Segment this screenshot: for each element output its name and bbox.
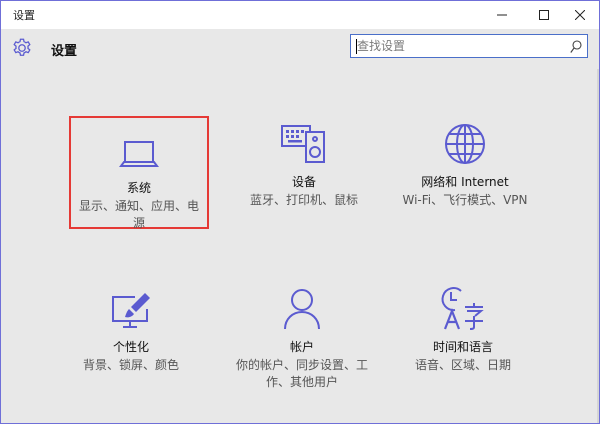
tile-name: 个性化 bbox=[112, 340, 149, 354]
tile-description: 背景、锁屏、颜色 bbox=[82, 358, 179, 372]
tile-name: 设备 bbox=[291, 175, 316, 189]
page-title: 设置 bbox=[51, 44, 78, 59]
tile-network[interactable]: 网络和 Internet Wi-Fi、飞行模式、VPN bbox=[395, 118, 535, 209]
tile-description: 语音、区域、日期 bbox=[414, 358, 511, 372]
tile-devices[interactable]: 设备 蓝牙、打印机、鼠标 bbox=[234, 118, 374, 209]
tile-system[interactable]: 系统 显示、通知、应用、电源 bbox=[69, 116, 209, 230]
tile-description: 显示、通知、应用、电源 bbox=[78, 199, 199, 230]
paint-monitor-icon bbox=[61, 283, 201, 331]
tile-name: 网络和 Internet bbox=[421, 175, 509, 189]
tile-description: 蓝牙、打印机、鼠标 bbox=[249, 193, 358, 207]
keyboard-speaker-icon bbox=[234, 118, 374, 166]
laptop-icon bbox=[71, 124, 207, 172]
tile-name: 时间和语言 bbox=[432, 340, 493, 354]
tile-accounts[interactable]: 帐户 你的帐户、同步设置、工作、其他用户 bbox=[232, 283, 372, 391]
globe-icon bbox=[395, 118, 535, 166]
time-language-icon bbox=[393, 283, 533, 331]
search-box[interactable] bbox=[350, 34, 588, 58]
tile-time-language[interactable]: 时间和语言 语音、区域、日期 bbox=[393, 283, 533, 374]
person-icon bbox=[232, 283, 372, 331]
search-input[interactable] bbox=[357, 38, 562, 54]
tile-personalization[interactable]: 个性化 背景、锁屏、颜色 bbox=[61, 283, 201, 374]
search-icon[interactable] bbox=[570, 39, 582, 58]
minimize-button[interactable] bbox=[483, 1, 521, 29]
tile-name: 帐户 bbox=[289, 340, 314, 354]
tile-description: 你的帐户、同步设置、工作、其他用户 bbox=[236, 358, 369, 389]
window-title: 设置 bbox=[13, 9, 35, 22]
settings-header: 设置 bbox=[1, 29, 599, 69]
close-button[interactable] bbox=[561, 1, 599, 29]
tile-name: 系统 bbox=[126, 181, 151, 195]
scrollbar-track[interactable] bbox=[597, 69, 599, 423]
settings-window: 设置 设置 查找设置 系统 显示、通知、应用、电源 设备 蓝牙、打印机、鼠标 网… bbox=[0, 0, 600, 424]
tile-description: Wi-Fi、飞行模式、VPN bbox=[402, 193, 528, 207]
title-bar: 设置 bbox=[1, 1, 599, 29]
maximize-icon bbox=[539, 10, 549, 20]
gear-icon bbox=[11, 37, 33, 63]
close-icon bbox=[575, 10, 585, 20]
maximize-button[interactable] bbox=[525, 1, 563, 29]
minimize-icon bbox=[497, 14, 507, 16]
